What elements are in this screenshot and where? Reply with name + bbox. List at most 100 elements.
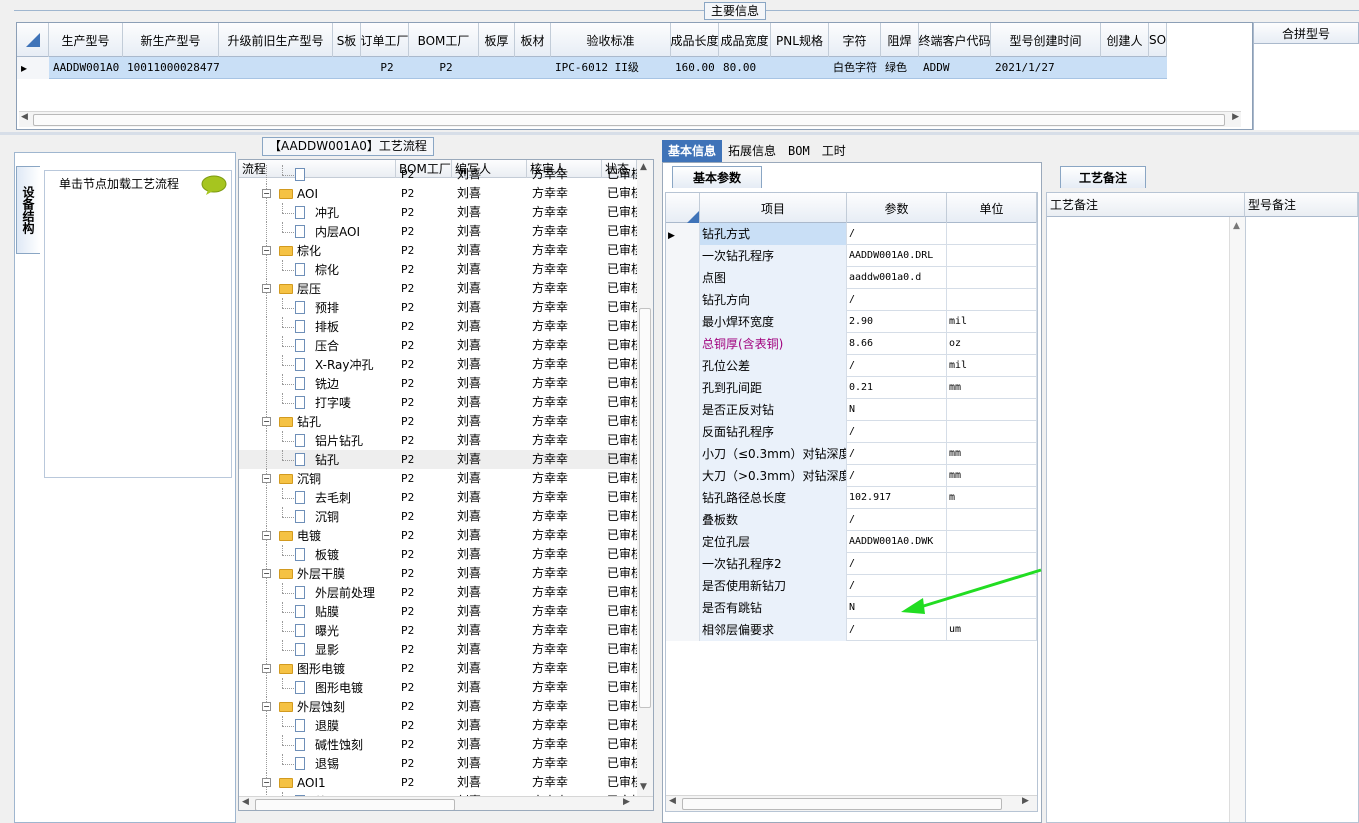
flow-tree-row[interactable]: − 电镀 P2 刘喜 方幸幸 已审核 [239,526,637,545]
params-row[interactable]: 相邻层偏要求 / um [666,619,1037,641]
flow-tree-row[interactable]: P2 刘喜 方幸幸 已审核 [239,165,637,184]
flow-node[interactable]: 棕化 [239,260,396,279]
column-header[interactable]: 生产型号 [49,23,123,57]
main-info-data-row[interactable]: ▸ AADDW001A0 10011000028477 P2 P2 IPC-6012 II… [17,57,1167,79]
scroll-left-icon[interactable]: ◀ [669,796,676,806]
row-header[interactable] [666,289,700,311]
collapse-icon[interactable]: − [262,531,271,540]
params-row[interactable]: 一次钻孔程序 AADDW001A0.DRL [666,245,1037,267]
params-row[interactable]: 孔位公差 / mil [666,355,1037,377]
flow-tree-row[interactable]: − 钻孔 P2 刘喜 方幸幸 已审核 [239,412,637,431]
flow-tree-row[interactable]: 沉铜 P2 刘喜 方幸幸 已审核 [239,507,637,526]
flow-tree-row[interactable]: 排板 P2 刘喜 方幸幸 已审核 [239,317,637,336]
collapse-icon[interactable]: − [262,189,271,198]
column-header[interactable]: 订单工厂 [361,23,409,57]
column-header[interactable]: 型号创建时间 [991,23,1101,57]
flow-tree-row[interactable]: 图形电镀 P2 刘喜 方幸幸 已审核 [239,678,637,697]
params-row[interactable]: 小刀（≤0.3mm）对钻深度 / mm [666,443,1037,465]
row-header[interactable] [666,421,700,443]
flow-node[interactable]: − 沉铜 [239,469,396,488]
tab-bom[interactable]: BOM [782,140,816,162]
flow-node[interactable]: 预排 [239,298,396,317]
flow-tree-row[interactable]: 板镀 P2 刘喜 方幸幸 已审核 [239,545,637,564]
row-header[interactable] [666,267,700,289]
scroll-up-icon[interactable]: ▲ [1233,221,1240,231]
row-header[interactable] [666,465,700,487]
collapse-icon[interactable]: − [262,664,271,673]
flow-node[interactable]: − AOI [239,184,396,203]
params-row[interactable]: 钻孔路径总长度 102.917 m [666,487,1037,509]
flow-tree-row[interactable]: 冲孔 P2 刘喜 方幸幸 已审核 [239,203,637,222]
row-header[interactable] [666,377,700,399]
flow-node[interactable]: 内层AOI [239,222,396,241]
scroll-right-icon[interactable]: ▶ [1232,112,1239,122]
grid-cell[interactable]: 2021/1/27 [991,57,1101,79]
param-value-cell[interactable]: / [847,465,947,487]
grid-cell[interactable]: IPC-6012 II级 [551,57,671,79]
tab-extended-info[interactable]: 拓展信息 [722,140,782,162]
flow-tree-row[interactable]: 铝片钻孔 P2 刘喜 方幸幸 已审核 [239,431,637,450]
grid-cell[interactable]: ADDW [919,57,991,79]
row-header[interactable]: ▶ [666,223,700,245]
main-info-hscroll-thumb[interactable] [33,114,1225,126]
row-header[interactable] [666,487,700,509]
column-header[interactable]: 新生产型号 [123,23,219,57]
device-structure-box[interactable]: 单击节点加载工艺流程 [44,170,232,478]
param-value-cell[interactable]: / [847,443,947,465]
collapse-icon[interactable]: − [262,284,271,293]
flow-tree-row[interactable]: 去毛刺 P2 刘喜 方幸幸 已审核 [239,488,637,507]
flow-tree-row[interactable]: 外层前处理 P2 刘喜 方幸幸 已审核 [239,583,637,602]
params-hscrollbar[interactable]: ◀ ▶ [666,795,1037,811]
column-header[interactable]: PNL规格 [771,23,829,57]
column-header[interactable]: BOM工厂 [409,23,479,57]
row-header[interactable] [666,597,700,619]
params-row[interactable]: 大刀（>0.3mm）对钻深度 / mm [666,465,1037,487]
grid-cell[interactable]: 绿色 [881,57,919,79]
grid-cell[interactable] [479,57,515,79]
flow-node[interactable]: 退锡 [239,754,396,773]
grid-cell[interactable]: 80.00 [719,57,771,79]
row-header[interactable] [666,311,700,333]
main-info-grid[interactable]: 生产型号 新生产型号 升级前旧生产型号 S板 订单工厂 BOM工厂 板厚 板材 验收标准 成品长度… [16,22,1253,130]
params-row[interactable]: ▶ 钻孔方式 / [666,223,1037,245]
params-grid[interactable]: 项目 参数 单位 ▶ 钻孔方式 / 一次钻孔程序 AADDW001A0.DRL 点图 aaddw… [665,192,1038,812]
row-header[interactable] [666,245,700,267]
select-all-corner[interactable] [666,193,700,223]
flow-tree-row[interactable]: − AOI1 P2 刘喜 方幸幸 已审核 [239,773,637,792]
flow-node[interactable]: 去毛刺 [239,488,396,507]
params-column-header[interactable]: 参数 [847,193,947,223]
param-value-cell[interactable]: N [847,399,947,421]
flow-hscroll-thumb[interactable] [255,799,455,810]
main-info-hscrollbar[interactable]: ◀ ▶ [19,111,1241,127]
param-value-cell[interactable]: / [847,289,947,311]
grid-cell[interactable] [1149,57,1167,79]
grid-cell[interactable]: 10011000028477 [123,57,219,79]
param-value-cell[interactable]: 8.66 [847,333,947,355]
grid-cell[interactable]: AADDW001A0 [49,57,123,79]
collapse-icon[interactable]: − [262,474,271,483]
row-header[interactable] [666,619,700,641]
params-row[interactable]: 最小焊环宽度 2.90 mil [666,311,1037,333]
column-header[interactable]: SO [1149,23,1167,57]
grid-cell[interactable]: P2 [409,57,479,79]
flow-tree-row[interactable]: − 图形电镀 P2 刘喜 方幸幸 已审核 [239,659,637,678]
param-value-cell[interactable]: AADDW001A0.DWK [847,531,947,553]
flow-vscrollbar[interactable]: ▲ ▼ [637,160,653,796]
column-header[interactable]: 升级前旧生产型号 [219,23,333,57]
flow-tree-row[interactable]: 退膜 P2 刘喜 方幸幸 已审核 [239,716,637,735]
collapse-icon[interactable]: − [262,778,271,787]
flow-hscrollbar[interactable]: ◀ ▶ [239,796,653,810]
row-header[interactable] [666,333,700,355]
flow-tree-row[interactable]: − 层压 P2 刘喜 方幸幸 已审核 [239,279,637,298]
flow-node[interactable]: − 层压 [239,279,396,298]
param-value-cell[interactable]: 2.90 [847,311,947,333]
flow-node[interactable]: 图形电镀 [239,678,396,697]
flow-tree-row[interactable]: − 沉铜 P2 刘喜 方幸幸 已审核 [239,469,637,488]
row-header[interactable] [666,575,700,597]
param-value-cell[interactable]: / [847,355,947,377]
params-row[interactable]: 叠板数 / [666,509,1037,531]
params-row[interactable]: 是否正反对钻 N [666,399,1037,421]
flow-node[interactable]: 排板 [239,317,396,336]
param-value-cell[interactable]: / [847,223,947,245]
flow-node[interactable]: 碱性蚀刻 [239,735,396,754]
